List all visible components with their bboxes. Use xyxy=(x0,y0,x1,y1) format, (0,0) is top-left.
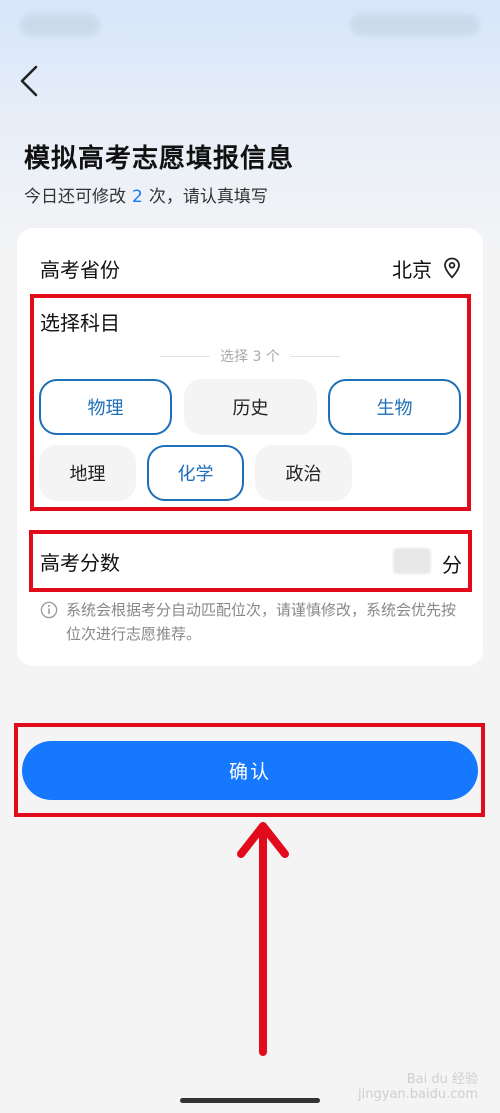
back-button[interactable] xyxy=(16,64,46,98)
subject-chip-history[interactable]: 历史 xyxy=(184,379,317,435)
header-background xyxy=(0,0,500,260)
subject-section-title: 选择科目 xyxy=(40,311,120,335)
score-label: 高考分数 xyxy=(40,551,120,575)
province-value[interactable]: 北京 xyxy=(392,254,432,283)
status-bar-time xyxy=(20,14,100,36)
status-bar-icons xyxy=(350,14,480,36)
province-label: 高考省份 xyxy=(40,258,120,282)
subject-hint-text: 选择 3 个 xyxy=(220,349,280,365)
subject-chip-politics[interactable]: 政治 xyxy=(255,445,352,501)
page-title: 模拟高考志愿填报信息 xyxy=(24,144,295,174)
subject-hint: 选择 3 个 xyxy=(160,346,340,366)
page-subtitle: 今日还可修改 2 次，请认真填写 xyxy=(24,182,268,207)
score-note-text: 系统会根据考分自动匹配位次，请谨慎修改，系统会优先按位次进行志愿推荐。 xyxy=(66,601,457,643)
divider-line xyxy=(289,355,340,357)
subject-chip-chemistry[interactable]: 化学 xyxy=(147,445,244,501)
confirm-button[interactable]: 确认 xyxy=(22,741,478,800)
red-arrow-up-icon xyxy=(237,822,289,1056)
subtitle-suffix: 次，请认真填写 xyxy=(148,187,268,207)
divider-line xyxy=(160,355,211,357)
location-pin-icon[interactable] xyxy=(443,257,461,279)
chevron-left-icon xyxy=(20,65,38,97)
subject-chip-biology[interactable]: 生物 xyxy=(328,379,461,435)
score-input[interactable] xyxy=(393,548,431,574)
home-indicator xyxy=(180,1098,320,1103)
info-icon xyxy=(40,601,58,619)
score-unit: 分 xyxy=(442,553,462,577)
subject-chip-geography[interactable]: 地理 xyxy=(39,445,136,501)
watermark: Bai du 经验 jingyan.baidu.com xyxy=(358,1072,478,1102)
subject-chip-physics[interactable]: 物理 xyxy=(39,379,172,435)
remaining-edits-count: 2 xyxy=(132,187,143,207)
subtitle-prefix: 今日还可修改 xyxy=(24,187,126,207)
